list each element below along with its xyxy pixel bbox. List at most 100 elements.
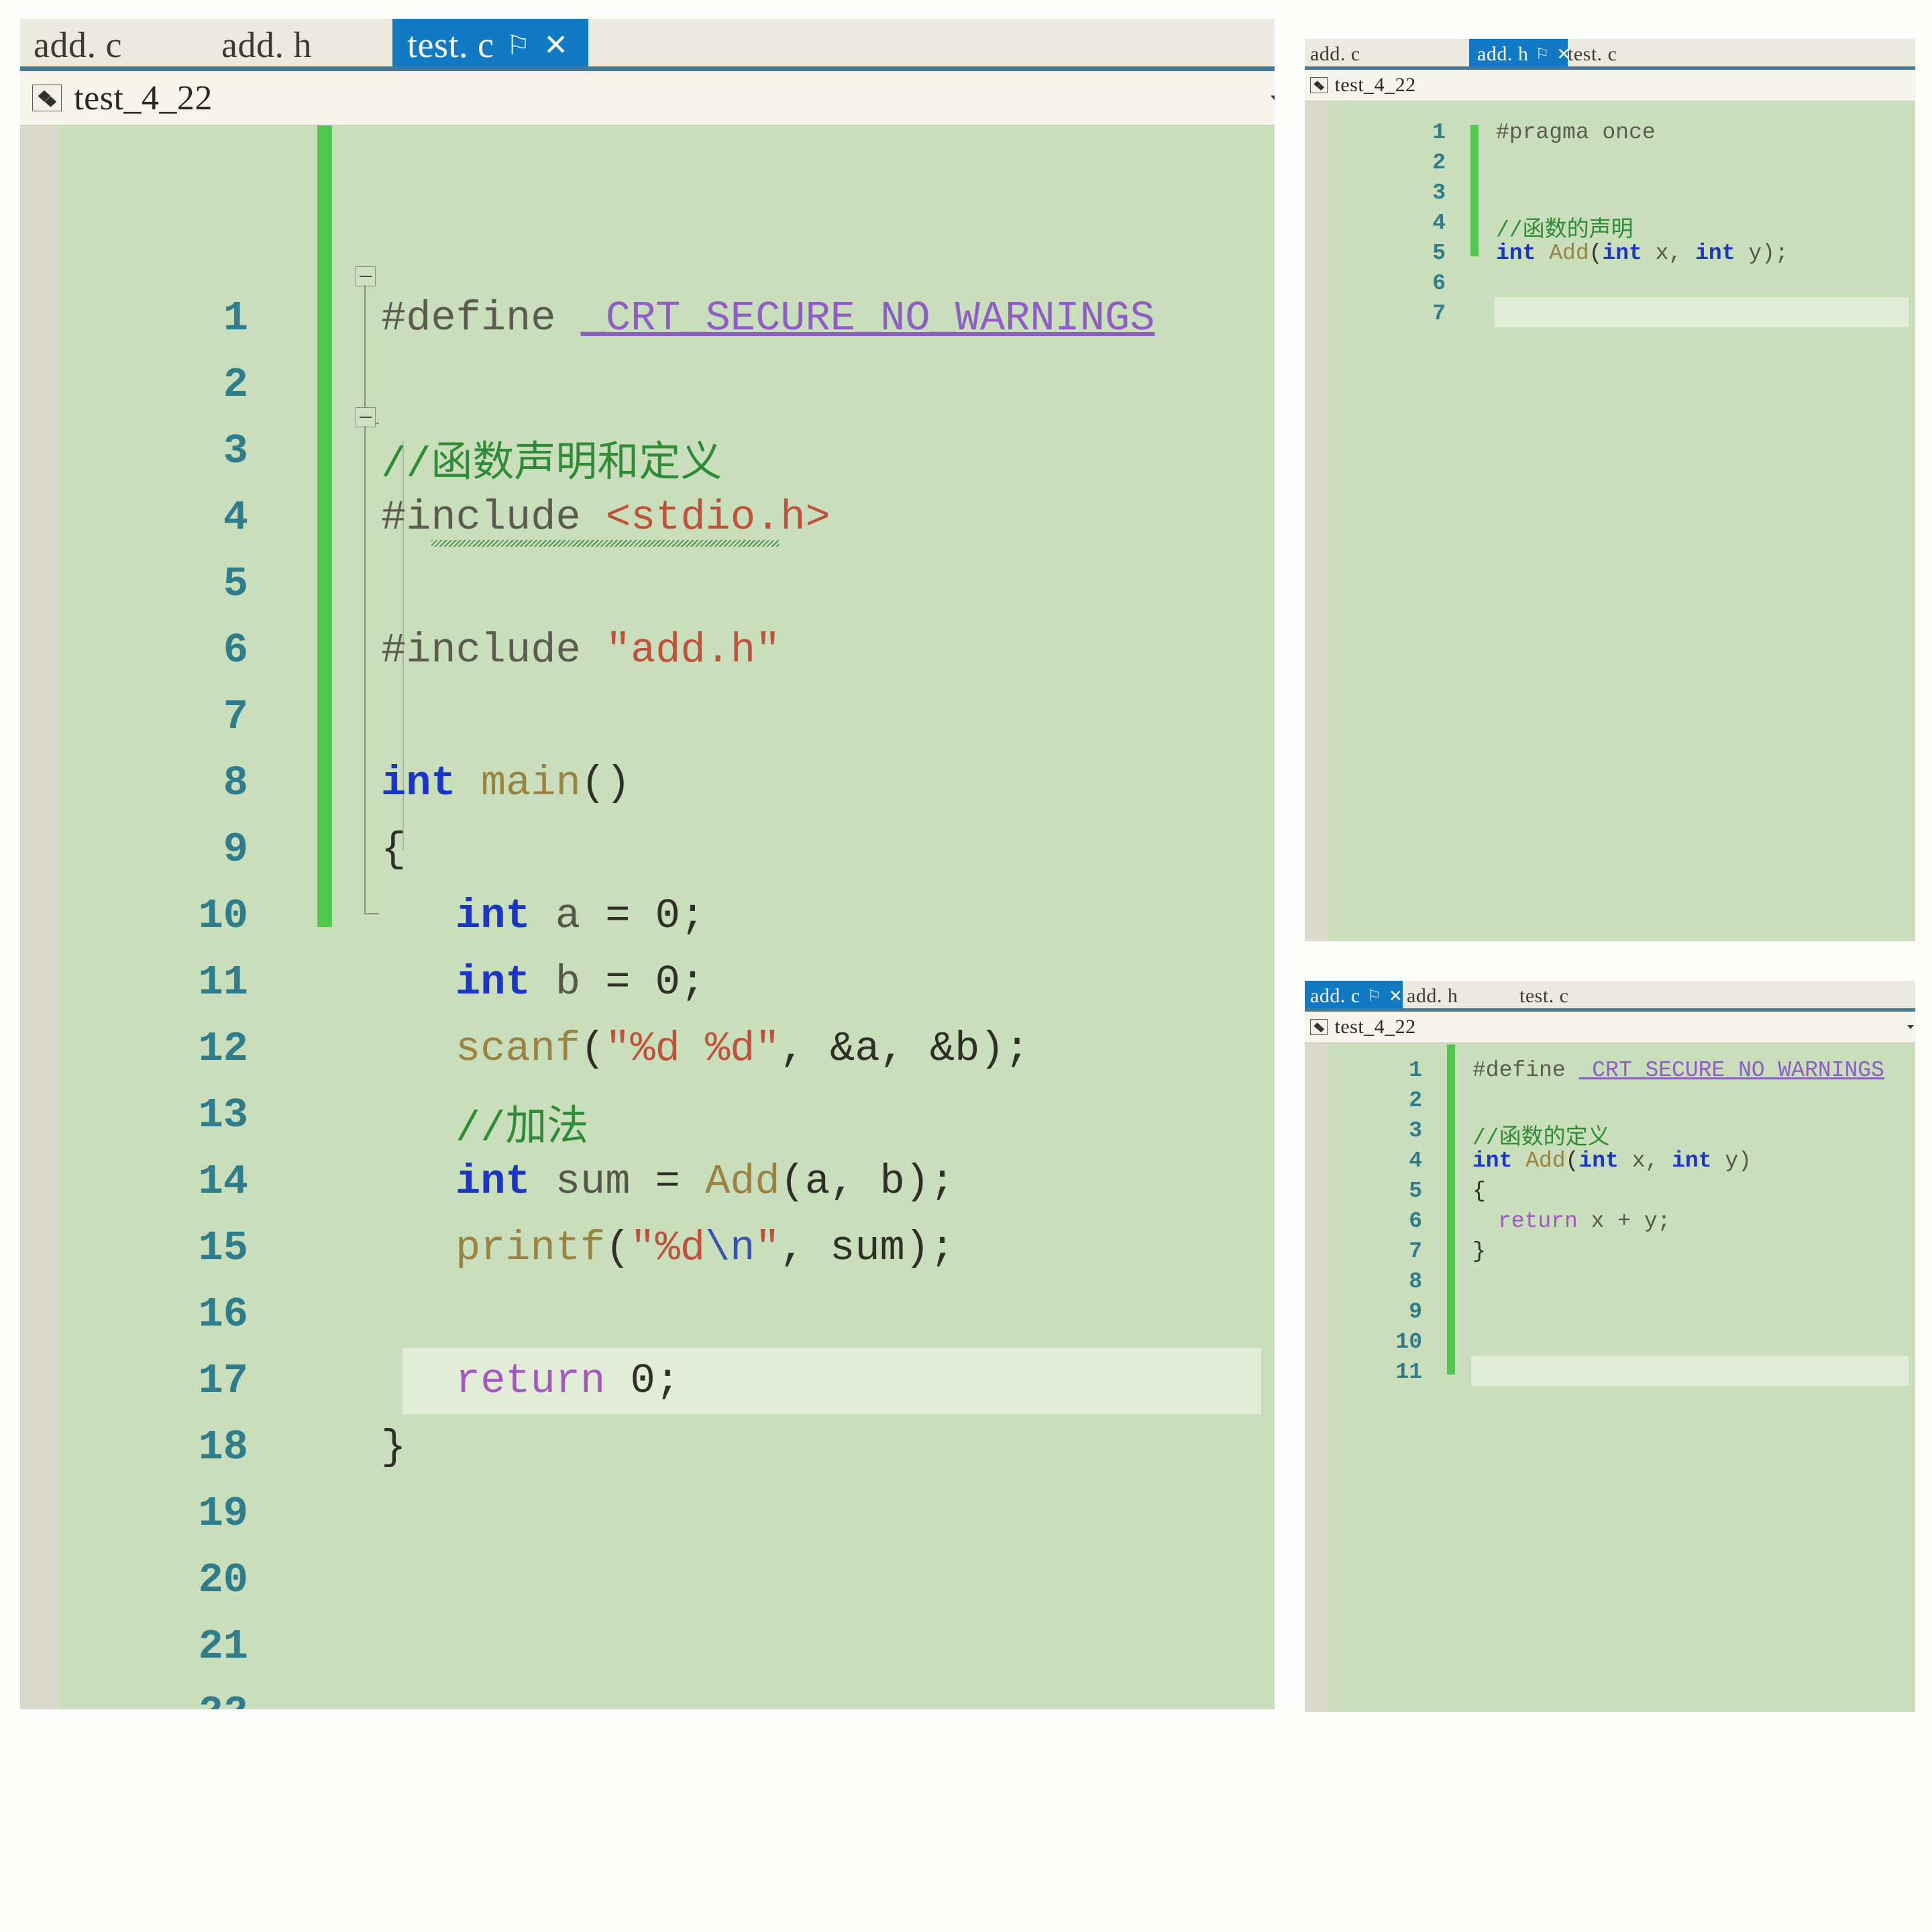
- tab-label: add. h: [1477, 43, 1529, 65]
- code-line[interactable]: return x + y;: [1498, 1209, 1670, 1234]
- code-token: {: [1472, 1179, 1486, 1203]
- tab-test-c[interactable]: test. c: [1568, 39, 1662, 70]
- tab-add-h[interactable]: add. h: [1407, 981, 1501, 1012]
- code-token: int: [1496, 241, 1536, 266]
- line-number: 7: [1432, 301, 1446, 326]
- tab-label: test. c: [407, 25, 494, 65]
- code-token: \n: [705, 1224, 755, 1272]
- line-number: 4: [1409, 1148, 1422, 1173]
- chevron-down-icon[interactable]: [1907, 1025, 1914, 1029]
- code-line[interactable]: //函数声明和定义: [381, 427, 722, 488]
- line-number: 14: [198, 1158, 248, 1205]
- code-token: (: [580, 1025, 606, 1073]
- line-number: 16: [198, 1291, 248, 1338]
- tab-label: add. c: [1310, 43, 1360, 65]
- code-line[interactable]: #include "add.h": [381, 627, 780, 674]
- line-number: 5: [223, 560, 248, 608]
- pin-icon[interactable]: ⚐: [1367, 987, 1381, 1005]
- line-number: 22: [20, 1689, 248, 1709]
- line-number: 3: [223, 427, 248, 475]
- code-token: #define: [1472, 1058, 1579, 1083]
- project-name: test_4_22: [74, 78, 213, 117]
- tab-add-c[interactable]: add. c: [34, 19, 195, 71]
- code-line[interactable]: #define _CRT_SECURE_NO_WARNINGS: [381, 294, 1155, 342]
- line-number: 5: [1409, 1179, 1422, 1203]
- code-token: int: [1602, 241, 1642, 266]
- code-token: = 0;: [605, 892, 706, 940]
- code-token: "%d: [630, 1224, 706, 1272]
- code-line[interactable]: int sum = Add(a, b);: [455, 1158, 955, 1205]
- line-number: 1: [223, 294, 248, 342]
- close-icon[interactable]: ✕: [543, 28, 568, 62]
- code-line[interactable]: //加法: [455, 1091, 588, 1152]
- line-number: 18: [198, 1424, 248, 1471]
- code-line[interactable]: printf("%d\n", sum);: [455, 1224, 955, 1272]
- tab-test-c[interactable]: test. c ⚐ ✕: [392, 19, 588, 71]
- code-line[interactable]: }: [381, 1424, 406, 1471]
- code-line[interactable]: int Add(int x, int y): [1472, 1148, 1752, 1173]
- code-line[interactable]: }: [1472, 1239, 1486, 1264]
- code-token: }: [1472, 1239, 1486, 1264]
- code-token: =: [655, 1158, 706, 1205]
- code-line[interactable]: int Add(int x, int y);: [1496, 241, 1788, 266]
- line-number: 6: [1432, 271, 1446, 296]
- current-line-highlight: [1495, 297, 1909, 327]
- pin-icon[interactable]: ⚐: [1536, 46, 1550, 63]
- code-area-source[interactable]: 1 #define _CRT_SECURE_NO_WARNINGS 2 3 //函数的定…: [1305, 1043, 1915, 1712]
- fold-box-main[interactable]: [356, 407, 376, 427]
- tab-add-c[interactable]: add. c ⚐ ✕: [1305, 981, 1403, 1012]
- code-line[interactable]: {: [381, 826, 406, 873]
- tab-label: add. h: [1407, 985, 1458, 1007]
- editor-panel-add-h: add. c add. h ⚐ ✕ test. c test_4_22 1 #pr…: [1305, 39, 1915, 941]
- tab-label: test. c: [1519, 985, 1569, 1007]
- line-number: 4: [223, 494, 248, 541]
- code-token: , &a, &b);: [780, 1025, 1030, 1073]
- code-line[interactable]: int main(): [381, 759, 631, 807]
- code-line[interactable]: int a = 0;: [455, 892, 705, 940]
- line-number: 2: [1432, 150, 1446, 175]
- code-token: (a, b);: [780, 1158, 955, 1205]
- code-token: #include: [381, 627, 606, 674]
- tab-test-c[interactable]: test. c: [1519, 981, 1613, 1012]
- code-token: //函数声明和定义: [381, 441, 722, 488]
- project-icon: [32, 85, 62, 111]
- line-number: 20: [198, 1556, 248, 1604]
- code-line[interactable]: int b = 0;: [455, 959, 705, 1006]
- tab-add-h[interactable]: add. h: [221, 19, 382, 71]
- fold-box-include[interactable]: [356, 266, 376, 286]
- code-token: (: [1589, 241, 1603, 266]
- line-number: 8: [223, 759, 248, 807]
- line-number: 2: [1409, 1088, 1422, 1113]
- code-line[interactable]: //函数的声明: [1496, 211, 1633, 243]
- code-token: return: [1498, 1209, 1578, 1234]
- tab-add-c[interactable]: add. c: [1310, 39, 1404, 70]
- code-line[interactable]: scanf("%d %d", &a, &b);: [455, 1025, 1030, 1073]
- code-token: int: [455, 892, 531, 940]
- code-line[interactable]: #pragma once: [1496, 120, 1656, 145]
- code-token: b: [530, 959, 606, 1006]
- navigation-bar-main: test_4_22: [20, 71, 1275, 125]
- chevron-down-icon[interactable]: [1271, 95, 1275, 101]
- line-number: 3: [1409, 1118, 1422, 1143]
- code-token: int: [1472, 1148, 1513, 1173]
- code-line[interactable]: return 0;: [455, 1357, 680, 1405]
- code-token: y): [1711, 1148, 1752, 1173]
- fold-stem-main: [364, 426, 366, 913]
- tab-add-h[interactable]: add. h ⚐ ✕: [1469, 39, 1571, 70]
- code-area-main[interactable]: 1 #define _CRT_SECURE_NO_WARNINGS 2 3 //函数声明…: [20, 125, 1275, 1709]
- code-area-header[interactable]: 1 #pragma once 2 3 4//函数的声明 5 int Add(int x, i…: [1305, 101, 1915, 941]
- code-token: a: [530, 892, 606, 940]
- pin-icon[interactable]: ⚐: [506, 30, 530, 61]
- code-token: printf: [455, 1224, 606, 1272]
- tab-strip-source: add. c ⚐ ✕ add. h test. c: [1305, 981, 1915, 1012]
- line-number: 13: [198, 1091, 248, 1139]
- editor-panel-add-c: add. c ⚐ ✕ add. h test. c test_4_22 1 #de…: [1305, 981, 1915, 1712]
- close-icon[interactable]: ✕: [1389, 986, 1403, 1006]
- code-line[interactable]: //函数的定义: [1472, 1118, 1610, 1150]
- code-line[interactable]: #define _CRT_SECURE_NO_WARNINGS: [1472, 1058, 1884, 1083]
- code-token: x,: [1642, 241, 1696, 266]
- code-token: (: [605, 1224, 631, 1272]
- code-line[interactable]: #include <stdio.h>: [381, 494, 830, 541]
- code-line[interactable]: {: [1472, 1179, 1486, 1203]
